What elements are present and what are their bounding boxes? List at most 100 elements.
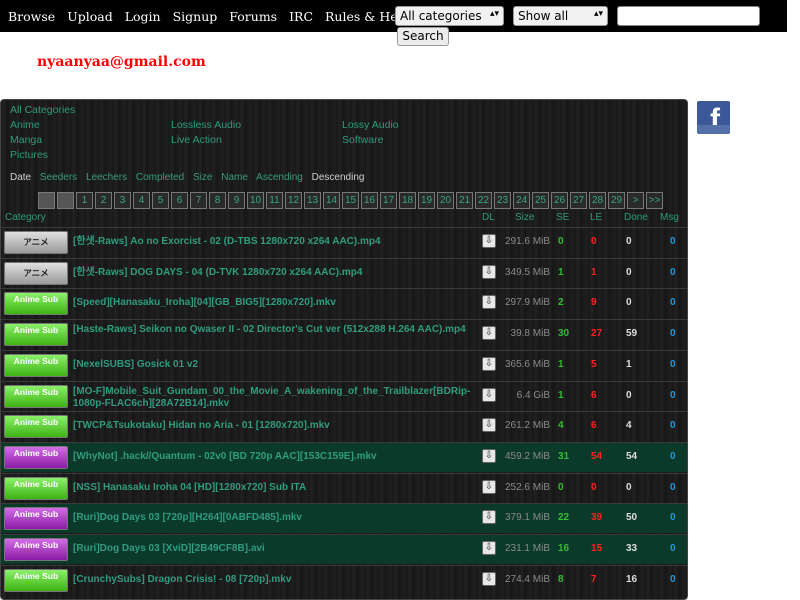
page-link[interactable]: 4 xyxy=(133,192,150,209)
sort-seeders[interactable]: Seeders xyxy=(40,172,77,183)
download-icon[interactable]: ⇩ xyxy=(482,479,496,494)
nav-browse[interactable]: Browse xyxy=(2,5,61,29)
download-icon[interactable]: ⇩ xyxy=(482,295,496,310)
category-select[interactable]: All categories ▴▾ xyxy=(395,6,504,26)
message-count[interactable]: 0 xyxy=(670,482,676,493)
torrent-name-link[interactable]: [WhyNot] .hack//Quantum - 02v0 [BD 720p … xyxy=(73,451,478,463)
download-icon[interactable]: ⇩ xyxy=(482,387,496,402)
page-link[interactable]: 29 xyxy=(608,192,625,209)
message-count[interactable]: 0 xyxy=(670,267,676,278)
download-icon[interactable]: ⇩ xyxy=(482,510,496,525)
message-count[interactable]: 0 xyxy=(670,512,676,523)
page-link[interactable]: 9 xyxy=(228,192,245,209)
sort-descending[interactable]: Descending xyxy=(312,172,365,183)
download-icon[interactable]: ⇩ xyxy=(482,356,496,371)
message-count[interactable]: 0 xyxy=(670,574,676,585)
torrent-name-link[interactable]: [NSS] Hanasaku Iroha 04 [HD][1280x720] S… xyxy=(73,482,478,494)
search-input[interactable] xyxy=(617,6,760,26)
sort-size[interactable]: Size xyxy=(193,172,212,183)
category-lossy-audio[interactable]: Lossy Audio xyxy=(342,119,512,134)
nav-forums[interactable]: Forums xyxy=(223,5,283,29)
page-link[interactable]: 28 xyxy=(589,192,606,209)
facebook-icon[interactable]: f xyxy=(697,101,730,134)
category-software[interactable]: Software xyxy=(342,134,512,149)
page-link[interactable]: 6 xyxy=(171,192,188,209)
category-badge[interactable]: Anime Sub xyxy=(4,415,68,439)
page-link[interactable]: 8 xyxy=(209,192,226,209)
download-icon[interactable]: ⇩ xyxy=(482,418,496,433)
page-link[interactable]: 3 xyxy=(114,192,131,209)
torrent-name-link[interactable]: [TWCP&Tsukotaku] Hidan no Aria - 01 [128… xyxy=(73,420,478,432)
last-page-link[interactable]: >> xyxy=(646,192,663,209)
page-link[interactable]: 17 xyxy=(380,192,397,209)
message-count[interactable]: 0 xyxy=(670,420,676,431)
torrent-name-link[interactable]: [Ruri]Dog Days 03 [720p][H264][0ABFD485]… xyxy=(73,512,478,524)
page-link[interactable]: 15 xyxy=(342,192,359,209)
header-se[interactable]: SE xyxy=(556,212,569,223)
torrent-name-link[interactable]: [한샛-Raws] Ao no Exorcist - 02 (D-TBS 128… xyxy=(73,236,478,248)
category-badge[interactable]: Anime Sub xyxy=(4,353,68,377)
filter-select[interactable]: Show all ▴▾ xyxy=(513,6,608,26)
category-badge[interactable]: Anime Sub xyxy=(4,445,68,469)
torrent-name-link[interactable]: [한샛-Raws] DOG DAYS - 04 (D-TVK 1280x720 … xyxy=(73,267,478,279)
message-count[interactable]: 0 xyxy=(670,451,676,462)
nav-upload[interactable]: Upload xyxy=(61,5,119,29)
page-link[interactable]: 27 xyxy=(570,192,587,209)
page-link[interactable]: 26 xyxy=(551,192,568,209)
category-badge[interactable]: Anime Sub xyxy=(4,384,68,408)
category-badge[interactable]: Anime Sub xyxy=(4,568,68,592)
page-link[interactable]: 21 xyxy=(456,192,473,209)
category-badge[interactable]: アニメ xyxy=(4,261,68,285)
page-link[interactable]: 19 xyxy=(418,192,435,209)
download-icon[interactable]: ⇩ xyxy=(482,264,496,279)
sort-date[interactable]: Date xyxy=(10,172,31,183)
category-badge[interactable]: アニメ xyxy=(4,231,68,254)
page-link[interactable]: 11 xyxy=(266,192,283,209)
sort-name[interactable]: Name xyxy=(221,172,248,183)
category-badge[interactable]: Anime Sub xyxy=(4,292,68,316)
message-count[interactable]: 0 xyxy=(670,328,676,339)
download-icon[interactable]: ⇩ xyxy=(482,234,496,248)
category-live-action[interactable]: Live Action xyxy=(171,134,342,149)
torrent-name-link[interactable]: [MO-F]Mobile_Suit_Gundam_00_the_Movie_A_… xyxy=(73,386,478,410)
category-pictures[interactable]: Pictures xyxy=(10,149,171,164)
header-category[interactable]: Category xyxy=(5,212,46,223)
download-icon[interactable]: ⇩ xyxy=(482,571,496,586)
torrent-name-link[interactable]: [NexelSUBS] Gosick 01 v2 xyxy=(73,359,478,371)
page-link[interactable]: 7 xyxy=(190,192,207,209)
category-lossless-audio[interactable]: Lossless Audio xyxy=(171,119,342,134)
page-link[interactable]: 16 xyxy=(361,192,378,209)
message-count[interactable]: 0 xyxy=(670,390,676,401)
sort-ascending[interactable]: Ascending xyxy=(256,172,303,183)
download-icon[interactable]: ⇩ xyxy=(482,541,496,555)
category-badge[interactable]: Anime Sub xyxy=(4,323,68,347)
page-link[interactable]: 14 xyxy=(323,192,340,209)
download-icon[interactable]: ⇩ xyxy=(482,326,496,341)
download-icon[interactable]: ⇩ xyxy=(482,448,496,463)
page-link[interactable]: 23 xyxy=(494,192,511,209)
message-count[interactable]: 0 xyxy=(670,359,676,370)
category-anime[interactable]: Anime xyxy=(10,119,171,134)
torrent-name-link[interactable]: [Ruri]Dog Days 03 [XviD][2B49CF8B].avi xyxy=(73,543,478,555)
torrent-name-link[interactable]: [CrunchySubs] Dragon Crisis! - 08 [720p]… xyxy=(73,574,478,586)
category-badge[interactable]: Anime Sub xyxy=(4,538,68,561)
nav-signup[interactable]: Signup xyxy=(167,5,224,29)
nav-login[interactable]: Login xyxy=(119,5,167,29)
message-count[interactable]: 0 xyxy=(670,543,676,554)
page-link[interactable]: 18 xyxy=(399,192,416,209)
page-link[interactable]: 5 xyxy=(152,192,169,209)
category-badge[interactable]: Anime Sub xyxy=(4,476,68,500)
message-count[interactable]: 0 xyxy=(670,236,676,247)
search-button[interactable]: Search xyxy=(397,27,449,46)
message-count[interactable]: 0 xyxy=(670,297,676,308)
nav-irc[interactable]: IRC xyxy=(283,5,319,29)
category-manga[interactable]: Manga xyxy=(10,134,171,149)
page-link[interactable]: 1 xyxy=(76,192,93,209)
torrent-name-link[interactable]: [Haste-Raws] Seikon no Qwaser II - 02 Di… xyxy=(73,324,478,336)
page-link[interactable]: 25 xyxy=(532,192,549,209)
torrent-name-link[interactable]: [Speed][Hanasaku_Iroha][04][GB_BIG5][128… xyxy=(73,297,478,309)
page-link[interactable]: 12 xyxy=(285,192,302,209)
header-le[interactable]: LE xyxy=(590,212,602,223)
header-size[interactable]: Size xyxy=(515,212,534,223)
header-done[interactable]: Done xyxy=(624,212,648,223)
